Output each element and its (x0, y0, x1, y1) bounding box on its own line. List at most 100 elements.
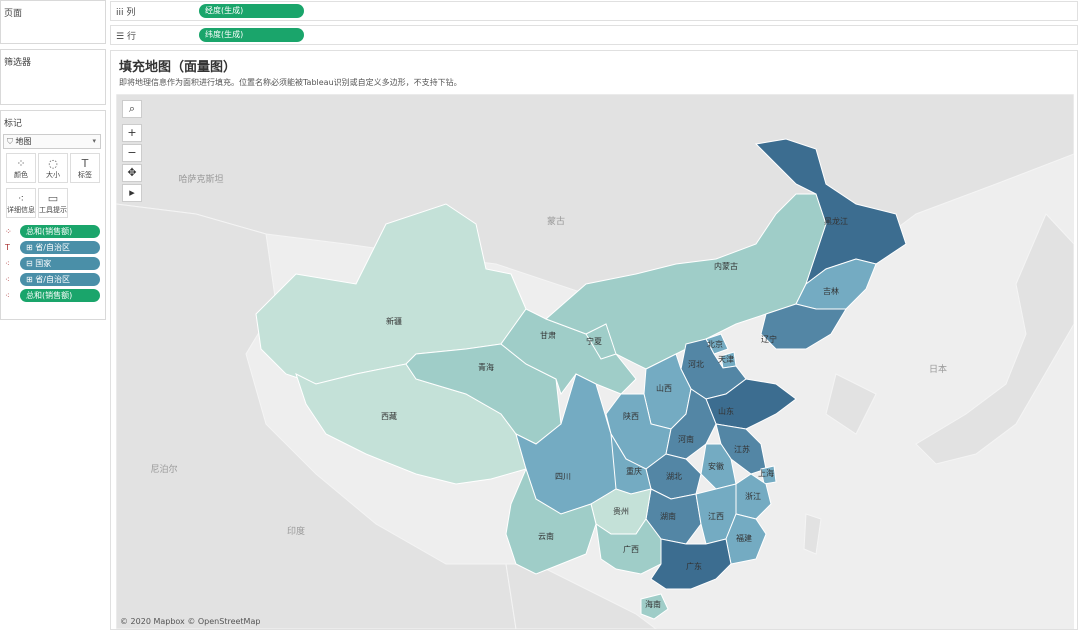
province-label: 西藏 (381, 411, 397, 421)
province-label: 上海 (758, 468, 774, 478)
longitude-pill[interactable]: 经度(生成) (199, 4, 304, 18)
filters-card[interactable]: 筛选器 (0, 49, 106, 105)
mark-type-value: 地图 (15, 137, 32, 146)
color-icon: ⁘ (16, 157, 26, 170)
basemap-label: 印度 (287, 525, 305, 537)
province-label: 福建 (736, 533, 752, 543)
province-label: 贵州 (613, 506, 629, 516)
province-label: 广西 (623, 544, 639, 554)
columns-label: 列 (126, 8, 136, 18)
province-label: 北京 (707, 339, 723, 349)
province-label: 湖南 (660, 511, 676, 521)
province-label: 江苏 (734, 444, 750, 454)
columns-icon: iii (116, 8, 124, 18)
province-label: 陕西 (623, 411, 639, 421)
field-pill[interactable]: ⊞ 省/自治区 (20, 273, 100, 286)
province-label: 河南 (678, 434, 694, 444)
province-label: 江西 (708, 512, 724, 521)
mark-encoding-icon: ⁖ (5, 259, 10, 268)
left-panels: 页面 筛选器 标记 ⛉ 地图 ▾ ⁘ 颜色 ◌ 大小 T 标签 ⁖ 详细信息 ▭ 工具提示 ⁘ 总和… (0, 0, 106, 631)
detail-icon: ⁖ (17, 192, 25, 205)
map-mark-icon: ⛉ (7, 137, 16, 146)
mark-button-label: 大小 (46, 171, 60, 179)
mark-encoding-icon: ⁘ (5, 227, 12, 236)
basemap-label: 哈萨克斯坦 (178, 173, 223, 185)
rows-shelf[interactable]: ☰ 行 纬度(生成) (110, 25, 1078, 45)
province-label: 吉林 (823, 286, 839, 296)
mark-field-row[interactable]: ⁖ 总和(销售额) (3, 289, 103, 303)
pan-tool[interactable]: ✥ (122, 164, 142, 182)
province-label: 海南 (645, 599, 661, 609)
province-label: 重庆 (626, 466, 642, 476)
basemap-label: 尼泊尔 (150, 463, 177, 475)
chevron-down-icon: ▾ (92, 137, 96, 145)
rows-icon: ☰ (116, 32, 125, 42)
pages-card-title: 页面 (4, 9, 23, 19)
columns-shelf[interactable]: iii 列 经度(生成) (110, 1, 1078, 21)
province-label: 宁夏 (586, 336, 602, 346)
province-label: 天津 (718, 354, 734, 364)
basemap-label: 蒙古 (547, 215, 565, 227)
field-pill[interactable]: ⊞ 省/自治区 (20, 241, 100, 254)
mark-field-row[interactable]: ⁖ ⊞ 省/自治区 (3, 273, 103, 287)
search-tool[interactable]: ⌕ (122, 100, 142, 118)
province-label: 辽宁 (761, 334, 777, 344)
view-subtitle: 即将地理信息作为面积进行填充。位置名称必须能被Tableau识别或自定义多边形，… (119, 78, 462, 87)
mark-button-label: 标签 (78, 171, 92, 179)
field-pill[interactable]: 总和(销售额) (20, 225, 100, 238)
mark-button-label: 详细信息 (7, 206, 35, 214)
tooltip-icon: ▭ (47, 192, 59, 205)
mark-button-label: 工具提示 (39, 206, 67, 214)
field-pill[interactable]: ⊟ 国家 (20, 257, 100, 270)
label-icon: T (81, 157, 89, 170)
province-label: 内蒙古 (714, 261, 738, 271)
province-label: 广东 (686, 561, 702, 571)
map-view: 填充地图（面量图） 即将地理信息作为面积进行填充。位置名称必须能被Tableau… (110, 50, 1078, 630)
field-pill[interactable]: 总和(销售额) (20, 289, 100, 302)
color-mark-button[interactable]: ⁘ 颜色 (6, 153, 36, 183)
province-label: 新疆 (386, 316, 402, 326)
tableau-workspace: 页面 筛选器 标记 ⛉ 地图 ▾ ⁘ 颜色 ◌ 大小 T 标签 ⁖ 详细信息 ▭ 工具提示 ⁘ 总和… (0, 0, 1080, 631)
mark-field-row[interactable]: T ⊞ 省/自治区 (3, 241, 103, 255)
size-icon: ◌ (48, 157, 58, 170)
expand-toolbar-button[interactable]: ▸ (122, 184, 142, 202)
province-label: 河北 (688, 359, 704, 369)
province-label: 四川 (555, 472, 571, 481)
map-attribution: © 2020 Mapbox © OpenStreetMap (120, 617, 261, 626)
province-label: 山西 (656, 383, 672, 393)
mark-encoding-icon: ⁖ (5, 291, 10, 300)
province-label: 安徽 (708, 461, 724, 471)
rows-label: 行 (126, 32, 136, 42)
province-label: 青海 (478, 362, 494, 372)
latitude-pill[interactable]: 纬度(生成) (199, 28, 304, 42)
marks-card: 标记 ⛉ 地图 ▾ ⁘ 颜色 ◌ 大小 T 标签 ⁖ 详细信息 ▭ 工具提示 ⁘ 总和(销售额) T ⊞… (0, 110, 106, 320)
marks-card-title: 标记 (4, 119, 23, 129)
basemap-label: 日本 (929, 363, 947, 375)
mark-button-label: 颜色 (14, 171, 28, 179)
map-canvas[interactable]: 新疆西藏 青海 甘肃 内蒙古宁夏 黑龙江吉林辽宁北京天津河北山西陕西 山东河南江苏安徽上海… (116, 94, 1074, 629)
label-mark-button[interactable]: T 标签 (70, 153, 100, 183)
province-label: 山东 (718, 406, 734, 416)
mark-encoding-icon: T (5, 243, 10, 252)
filters-card-title: 筛选器 (4, 58, 32, 68)
mark-field-row[interactable]: ⁘ 总和(销售额) (3, 225, 103, 239)
columns-shelf-label: iii 列 (116, 5, 135, 18)
filled-map[interactable]: 新疆西藏 青海 甘肃 内蒙古宁夏 黑龙江吉林辽宁北京天津河北山西陕西 山东河南江苏 安徽上海… (116, 94, 1074, 629)
view-title: 填充地图（面量图） (119, 60, 237, 75)
province-label: 甘肃 (540, 330, 556, 340)
province-label: 湖北 (666, 472, 682, 481)
tooltip-mark-button[interactable]: ▭ 工具提示 (38, 188, 68, 218)
mark-field-row[interactable]: ⁖ ⊟ 国家 (3, 257, 103, 271)
zoom-out-button[interactable]: − (122, 144, 142, 162)
mark-type-dropdown[interactable]: ⛉ 地图 ▾ (3, 134, 101, 149)
map-toolbar: ⌕ + − ✥ ▸ (122, 100, 142, 204)
province-label: 云南 (538, 531, 554, 541)
rows-shelf-label: ☰ 行 (116, 29, 136, 42)
province-label: 浙江 (745, 491, 761, 501)
detail-mark-button[interactable]: ⁖ 详细信息 (6, 188, 36, 218)
pages-card[interactable]: 页面 (0, 0, 106, 44)
province-label: 黑龙江 (824, 216, 848, 226)
mark-encoding-icon: ⁖ (5, 275, 10, 284)
size-mark-button[interactable]: ◌ 大小 (38, 153, 68, 183)
zoom-in-button[interactable]: + (122, 124, 142, 142)
